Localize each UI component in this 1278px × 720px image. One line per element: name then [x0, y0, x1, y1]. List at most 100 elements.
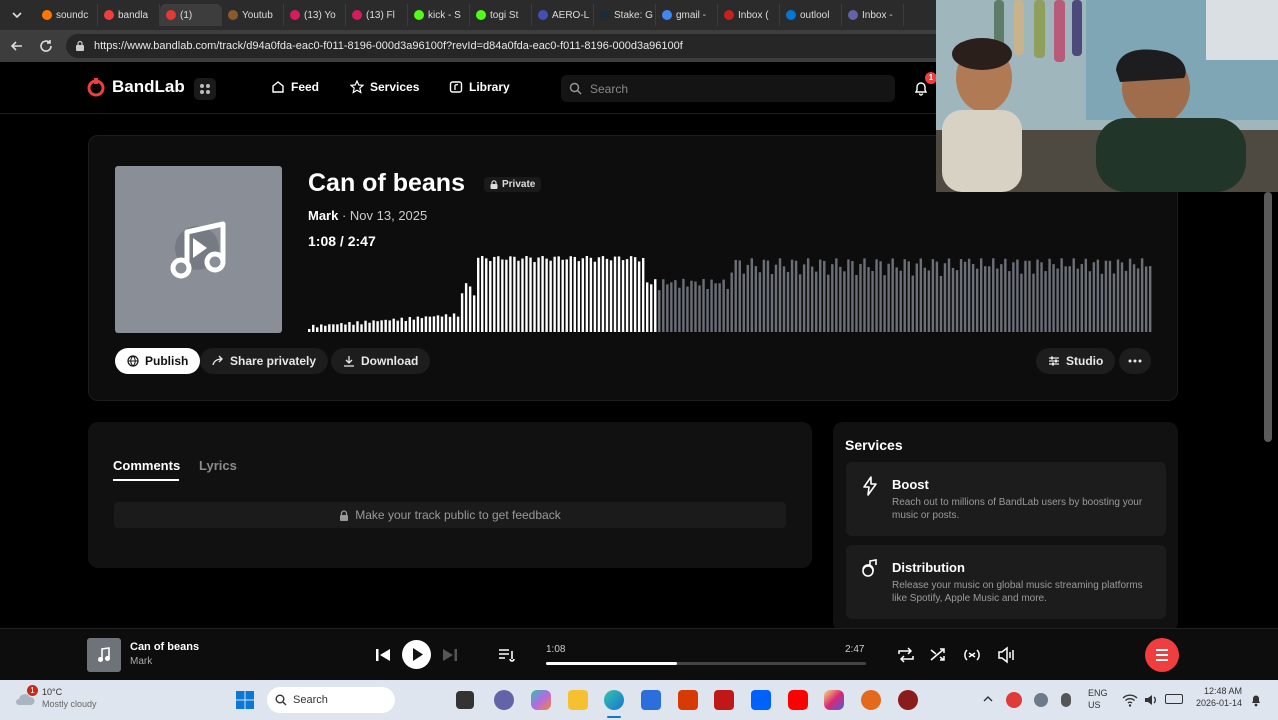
- waveform-bar: [1036, 259, 1039, 332]
- office-icon[interactable]: [678, 690, 698, 710]
- more-options-button[interactable]: [1119, 348, 1151, 374]
- file-explorer-icon[interactable]: [568, 690, 588, 710]
- battery-icon[interactable]: [1165, 694, 1183, 704]
- browser-tab[interactable]: (1): [160, 4, 222, 26]
- copilot-icon[interactable]: [531, 690, 551, 710]
- play-button[interactable]: [402, 640, 431, 669]
- track-artist[interactable]: Mark: [308, 208, 338, 223]
- waveform-bar: [1092, 262, 1096, 332]
- download-button[interactable]: Download: [331, 348, 431, 374]
- waveform-bar: [931, 259, 935, 332]
- browser-tab[interactable]: kick - S: [408, 4, 470, 26]
- waveform-bar: [332, 324, 335, 332]
- publish-button[interactable]: Publish: [115, 348, 201, 374]
- waveform-bar: [911, 275, 914, 332]
- notifications-icon[interactable]: [1250, 693, 1262, 707]
- system-clock[interactable]: 12:48 AM 2026-01-14: [1196, 686, 1242, 708]
- browser-tab[interactable]: outlool: [780, 4, 842, 26]
- waveform-bar: [722, 279, 725, 332]
- browser-tab[interactable]: bandla: [98, 4, 160, 26]
- player-title[interactable]: Can of beans: [130, 641, 199, 653]
- chat-icon[interactable]: [494, 690, 514, 710]
- service-boost[interactable]: Boost Reach out to millions of BandLab u…: [846, 462, 1166, 536]
- player-thumbnail[interactable]: [87, 638, 121, 672]
- waveform-bar: [698, 285, 701, 332]
- nav-services[interactable]: Services: [350, 80, 419, 94]
- waveform-bar: [1076, 268, 1079, 332]
- youtube-icon[interactable]: [788, 690, 808, 710]
- dropbox-icon[interactable]: [751, 690, 771, 710]
- volume-icon[interactable]: [996, 645, 1016, 665]
- waveform-bar: [786, 271, 790, 332]
- menu-fab-button[interactable]: [1145, 638, 1179, 672]
- shuffle-icon[interactable]: [929, 645, 949, 665]
- waveform-bar: [702, 278, 705, 332]
- apps-grid-icon[interactable]: [194, 78, 216, 100]
- share-privately-button[interactable]: Share privately: [200, 348, 329, 374]
- waveform-bar: [629, 256, 633, 332]
- tab-comments[interactable]: Comments: [113, 458, 180, 473]
- browser-tab[interactable]: Stake: G: [594, 4, 656, 26]
- service-distribution[interactable]: Distribution Release your music on globa…: [846, 545, 1166, 619]
- store-icon[interactable]: [641, 690, 661, 710]
- back-icon[interactable]: [8, 37, 26, 55]
- bandlab-logo[interactable]: BandLab: [86, 77, 185, 97]
- waveform[interactable]: [308, 256, 1153, 332]
- player-progress-bar[interactable]: [546, 662, 866, 665]
- browser-tab[interactable]: Inbox -: [842, 4, 904, 26]
- queue-icon[interactable]: [497, 645, 517, 665]
- waveform-bar: [1096, 259, 1100, 332]
- speaker-icon[interactable]: [1143, 692, 1159, 708]
- tab-lyrics[interactable]: Lyrics: [199, 458, 237, 473]
- browser-tab[interactable]: (13) Fl: [346, 4, 408, 26]
- task-view-icon[interactable]: [456, 691, 474, 709]
- waveform-bar: [529, 257, 532, 332]
- taskbar-search[interactable]: Search: [267, 687, 395, 713]
- waveform-bar: [778, 258, 782, 332]
- language-indicator[interactable]: ENG US: [1088, 688, 1108, 710]
- player-artist[interactable]: Mark: [130, 656, 152, 667]
- search-input[interactable]: Search: [561, 75, 895, 102]
- tab-label: Inbox (: [738, 9, 769, 21]
- waveform-bar: [569, 256, 572, 332]
- browser-tab[interactable]: togi St: [470, 4, 532, 26]
- browser-tab[interactable]: gmail -: [656, 4, 718, 26]
- waveform-bar: [794, 260, 798, 332]
- tab-list-chevron-icon[interactable]: [8, 6, 26, 24]
- waveform-bar: [943, 263, 947, 332]
- instagram-icon[interactable]: [824, 690, 844, 710]
- waveform-bar: [988, 266, 991, 332]
- site-info-icon[interactable]: [74, 40, 86, 52]
- app-orange-icon[interactable]: [861, 690, 881, 710]
- bandlab-logo-icon: [87, 78, 105, 97]
- windows-start-icon[interactable]: [235, 690, 255, 710]
- tray-app-icon[interactable]: [1006, 692, 1022, 708]
- browser-tab[interactable]: soundc: [36, 4, 98, 26]
- edge-browser-icon[interactable]: [604, 690, 624, 710]
- browser-tab[interactable]: (13) Yo: [284, 4, 346, 26]
- waveform-bar: [823, 260, 826, 332]
- page-scrollbar[interactable]: [1264, 192, 1272, 442]
- broadcast-icon[interactable]: [962, 645, 982, 665]
- microphone-icon[interactable]: [1061, 693, 1071, 707]
- next-track-icon[interactable]: [440, 645, 460, 665]
- nav-services-label: Services: [370, 80, 420, 94]
- app-red-icon[interactable]: [898, 690, 918, 710]
- previous-track-icon[interactable]: [373, 645, 393, 665]
- browser-tab[interactable]: Youtub: [222, 4, 284, 26]
- repeat-icon[interactable]: [896, 645, 916, 665]
- waveform-bar: [1040, 262, 1043, 332]
- tab-label: bandla: [118, 9, 149, 21]
- tray-network-app-icon[interactable]: [1034, 693, 1048, 707]
- browser-tab[interactable]: Inbox (: [718, 4, 780, 26]
- studio-button[interactable]: Studio: [1036, 348, 1116, 374]
- waveform-bar: [975, 268, 979, 332]
- reload-icon[interactable]: [37, 37, 55, 55]
- nav-feed[interactable]: Feed: [271, 80, 319, 94]
- mcafee-icon[interactable]: [714, 690, 734, 710]
- nav-library-label: Library: [469, 80, 510, 94]
- tray-chevron-icon[interactable]: [981, 692, 995, 706]
- browser-tab[interactable]: AERO-L: [532, 4, 594, 26]
- nav-library[interactable]: Library: [449, 80, 510, 94]
- wifi-icon[interactable]: [1122, 692, 1138, 708]
